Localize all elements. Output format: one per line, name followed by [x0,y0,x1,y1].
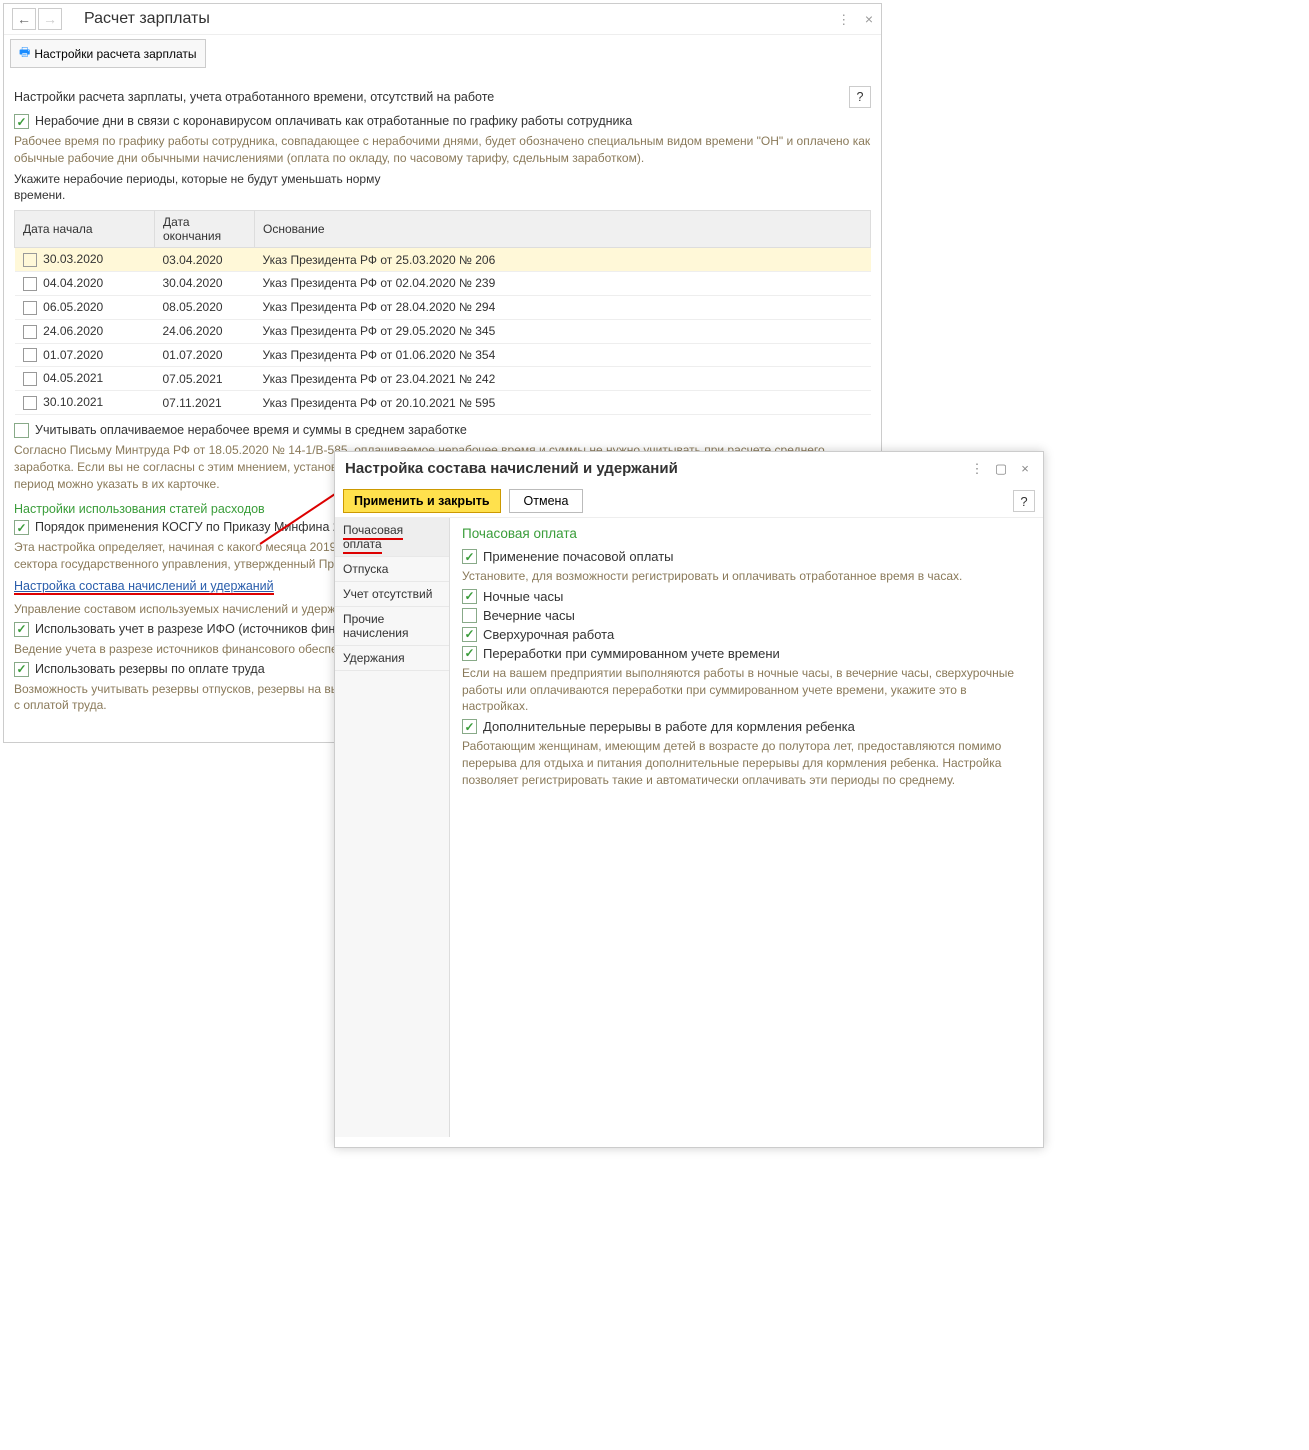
table-row[interactable]: 24.06.202024.06.2020Указ Президента РФ о… [15,319,871,343]
feeding-breaks-label: Дополнительные перерывы в работе для кор… [483,719,855,734]
apply-close-label: Применить и закрыть [354,494,490,508]
modal-right-pane: Почасовая оплата ✓ Применение почасовой о… [450,518,1043,1137]
kosgu-checkbox[interactable]: ✓ [14,520,29,535]
overtime-label: Сверхурочная работа [483,627,614,642]
side-tabs: Почасовая оплата Отпуска Учет отсутствий… [335,518,450,1137]
summarized-overtime-label: Переработки при суммированном учете врем… [483,646,780,661]
row-checkbox[interactable] [23,301,37,315]
tab-absence[interactable]: Учет отсутствий [335,582,449,607]
col-end: Дата окончания [155,211,255,248]
evening-hours-label: Вечерние часы [483,608,575,623]
reserves-checkbox-label: Использовать резервы по оплате труда [35,662,265,676]
tab-deductions[interactable]: Удержания [335,646,449,671]
cancel-button[interactable]: Отмена [509,489,584,513]
table-row[interactable]: 30.03.202003.04.2020Указ Президента РФ о… [15,248,871,272]
modal-title: Настройка состава начислений и удержаний [345,460,961,477]
hourly-pay-checkbox[interactable]: ✓ [462,549,477,564]
modal-kebab-icon[interactable]: ⋮ [969,461,985,477]
periods-table: Дата начала Дата окончания Основание 30.… [14,210,871,415]
accruals-link[interactable]: Настройка состава начислений и удержаний [14,579,274,595]
settings-button[interactable]: 🖶 Настройки расчета зарплаты [10,39,206,68]
row-checkbox[interactable] [23,348,37,362]
avg-checkbox-label: Учитывать оплачиваемое нерабочее время и… [35,423,467,437]
close-icon[interactable]: × [865,11,873,27]
evening-hours-checkbox[interactable]: ✓ [462,608,477,623]
night-hours-label: Ночные часы [483,589,563,604]
feeding-breaks-checkbox[interactable]: ✓ [462,719,477,734]
ifo-checkbox[interactable]: ✓ [14,622,29,637]
row-checkbox[interactable] [23,253,37,267]
modal-maximize-icon[interactable]: ▢ [993,461,1009,477]
col-start: Дата начала [15,211,155,248]
row-checkbox[interactable] [23,396,37,410]
covid-checkbox[interactable]: ✓ [14,114,29,129]
table-row[interactable]: 04.05.202107.05.2021Указ Президента РФ о… [15,367,871,391]
tab-other-accruals[interactable]: Прочие начисления [335,607,449,646]
avg-checkbox[interactable]: ✓ [14,423,29,438]
covid-checkbox-label: Нерабочие дни в связи с коронавирусом оп… [35,114,632,128]
hourly-pay-note: Установите, для возможности регистрирова… [462,568,1031,585]
note-covid-1: Рабочее время по графику работы сотрудни… [14,133,871,167]
overtime-note: Если на вашем предприятии выполняются ра… [462,665,1031,715]
modal-titlebar: Настройка состава начислений и удержаний… [335,452,1043,485]
nav-back-button[interactable]: ← [12,8,36,30]
summarized-overtime-checkbox[interactable]: ✓ [462,646,477,661]
table-row[interactable]: 30.10.202107.11.2021Указ Президента РФ о… [15,391,871,415]
help-button[interactable]: ? [849,86,871,108]
tab-hourly[interactable]: Почасовая оплата [335,518,449,557]
tab-vacation[interactable]: Отпуска [335,557,449,582]
modal-body: Почасовая оплата Отпуска Учет отсутствий… [335,517,1043,1137]
feeding-breaks-note: Работающим женщинам, имеющим детей в воз… [462,738,1031,788]
reserves-checkbox[interactable]: ✓ [14,662,29,677]
window-title: Расчет зарплаты [84,10,837,28]
window-titlebar: ← → Расчет зарплаты ⋮ × [4,4,881,35]
tab-hourly-label: Почасовая оплата [343,523,403,554]
table-row[interactable]: 06.05.202008.05.2020Указ Президента РФ о… [15,295,871,319]
col-basis: Основание [255,211,871,248]
nav-forward-button[interactable]: → [38,8,62,30]
row-checkbox[interactable] [23,325,37,339]
table-row[interactable]: 01.07.202001.07.2020Указ Президента РФ о… [15,343,871,367]
apply-close-button[interactable]: Применить и закрыть [343,489,501,513]
pane-title: Почасовая оплата [462,526,1031,541]
modal-toolbar: Применить и закрыть Отмена ? [335,485,1043,517]
hourly-pay-label: Применение почасовой оплаты [483,549,674,564]
kebab-menu-icon[interactable]: ⋮ [837,12,851,27]
modal-window: Настройка состава начислений и удержаний… [334,451,1044,1148]
toolbar: 🖶 Настройки расчета зарплаты [4,35,881,72]
print-icon: 🖶 [19,43,30,64]
cancel-label: Отмена [524,494,569,508]
row-checkbox[interactable] [23,277,37,291]
modal-close-icon[interactable]: × [1017,461,1033,476]
settings-button-label: Настройки расчета зарплаты [34,47,196,61]
modal-help-button[interactable]: ? [1013,490,1035,512]
note-covid-2: Укажите нерабочие периоды, которые не бу… [14,171,394,205]
night-hours-checkbox[interactable]: ✓ [462,589,477,604]
overtime-checkbox[interactable]: ✓ [462,627,477,642]
row-checkbox[interactable] [23,372,37,386]
table-row[interactable]: 04.04.202030.04.2020Указ Президента РФ о… [15,272,871,296]
section-subtitle: Настройки расчета зарплаты, учета отрабо… [14,90,849,104]
